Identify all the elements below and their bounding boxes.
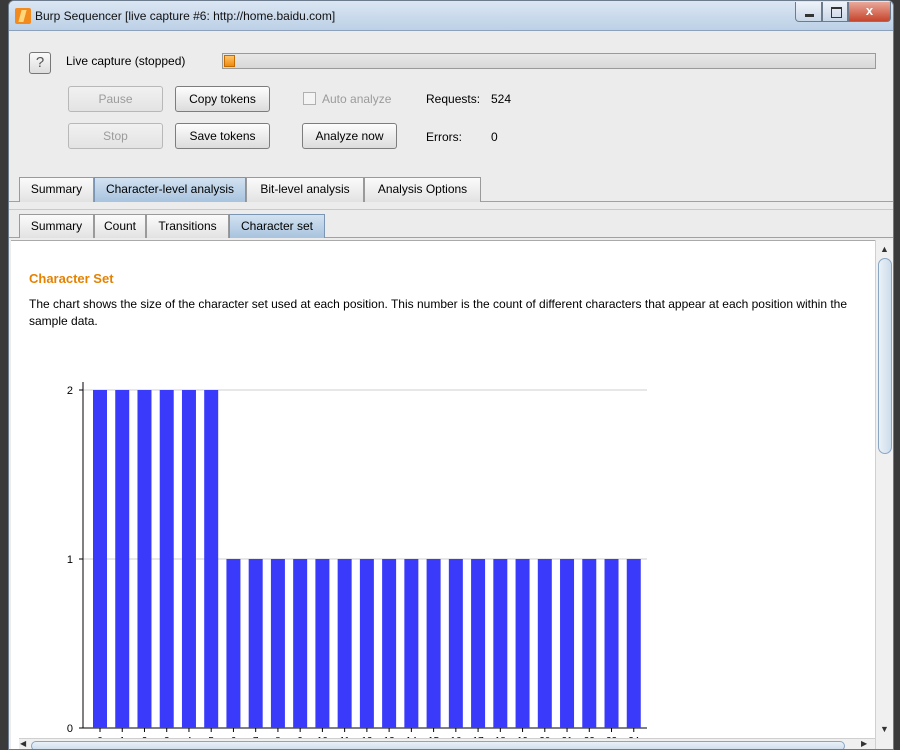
bar	[181, 390, 196, 728]
scroll-left-arrow-icon[interactable]: ◀	[20, 739, 26, 748]
progress-indicator	[224, 55, 235, 67]
pause-button[interactable]: Pause	[68, 86, 163, 112]
auto-analyze-checkbox[interactable]	[303, 92, 316, 105]
bar	[93, 390, 107, 728]
horizontal-scrollbar[interactable]: ◀ ▶	[19, 738, 875, 749]
bar	[337, 559, 352, 728]
scroll-right-arrow-icon[interactable]: ▶	[861, 739, 867, 748]
bar	[515, 559, 530, 728]
bar	[493, 559, 508, 728]
sub-tab-bar: Summary Count Transitions Character set	[9, 209, 893, 238]
close-button[interactable]: x	[848, 2, 891, 22]
bar	[204, 390, 219, 728]
tab-character-level-analysis[interactable]: Character-level analysis	[94, 177, 246, 202]
subtab-transitions[interactable]: Transitions	[146, 214, 229, 238]
y-tick-label: 2	[67, 385, 73, 397]
title-bar[interactable]: Burp Sequencer [live capture #6: http://…	[9, 1, 893, 31]
subtab-count[interactable]: Count	[94, 214, 146, 238]
burp-app-icon	[15, 8, 31, 24]
bar	[382, 559, 397, 728]
tab-summary[interactable]: Summary	[19, 177, 94, 202]
character-set-panel: Character Set The chart shows the size o…	[11, 240, 875, 749]
bar	[315, 559, 330, 728]
y-tick-label: 1	[67, 554, 73, 566]
bar	[537, 559, 552, 728]
tab-bit-level-analysis[interactable]: Bit-level analysis	[246, 177, 364, 202]
analyze-now-button[interactable]: Analyze now	[302, 123, 397, 149]
y-tick-label: 0	[67, 723, 73, 735]
character-set-chart: 0120123456789101112131415161718192021222…	[67, 382, 647, 747]
bar	[248, 559, 263, 728]
bar	[115, 390, 130, 728]
subtab-summary[interactable]: Summary	[19, 214, 94, 238]
bar	[471, 559, 486, 728]
bar	[448, 559, 463, 728]
bar	[560, 559, 575, 728]
tab-analysis-options[interactable]: Analysis Options	[364, 177, 481, 202]
live-capture-status: Live capture (stopped)	[66, 54, 186, 68]
bar	[426, 559, 441, 728]
scroll-down-arrow-icon[interactable]: ▼	[876, 722, 893, 736]
bar	[359, 559, 374, 728]
horizontal-scroll-thumb[interactable]	[31, 741, 845, 749]
bar	[604, 559, 619, 728]
bar	[582, 559, 597, 728]
vertical-scroll-thumb[interactable]	[878, 258, 892, 454]
main-tab-bar: Summary Character-level analysis Bit-lev…	[9, 177, 893, 202]
scroll-up-arrow-icon[interactable]: ▲	[876, 242, 893, 256]
maximize-button[interactable]	[822, 2, 848, 22]
requests-label: Requests:	[426, 92, 481, 106]
vertical-scrollbar[interactable]: ▲ ▼	[875, 240, 893, 749]
errors-count: 0	[491, 130, 498, 144]
bar	[626, 559, 641, 728]
stop-button[interactable]: Stop	[68, 123, 163, 149]
capture-progress-bar	[222, 53, 876, 69]
help-button[interactable]: ?	[29, 52, 51, 74]
save-tokens-button[interactable]: Save tokens	[175, 123, 270, 149]
window-title: Burp Sequencer [live capture #6: http://…	[35, 9, 336, 23]
bar	[404, 559, 419, 728]
close-icon: x	[865, 3, 874, 18]
subtab-character-set[interactable]: Character set	[229, 214, 325, 238]
requests-count: 524	[491, 92, 512, 106]
bar	[270, 559, 285, 728]
copy-tokens-button[interactable]: Copy tokens	[175, 86, 270, 112]
bar	[137, 390, 152, 728]
minimize-button[interactable]	[795, 2, 822, 22]
bar	[226, 559, 241, 728]
bar	[159, 390, 174, 728]
errors-label: Errors:	[426, 130, 462, 144]
auto-analyze-label: Auto analyze	[322, 92, 392, 106]
bar	[293, 559, 308, 728]
burp-sequencer-window: Burp Sequencer [live capture #6: http://…	[8, 0, 894, 750]
